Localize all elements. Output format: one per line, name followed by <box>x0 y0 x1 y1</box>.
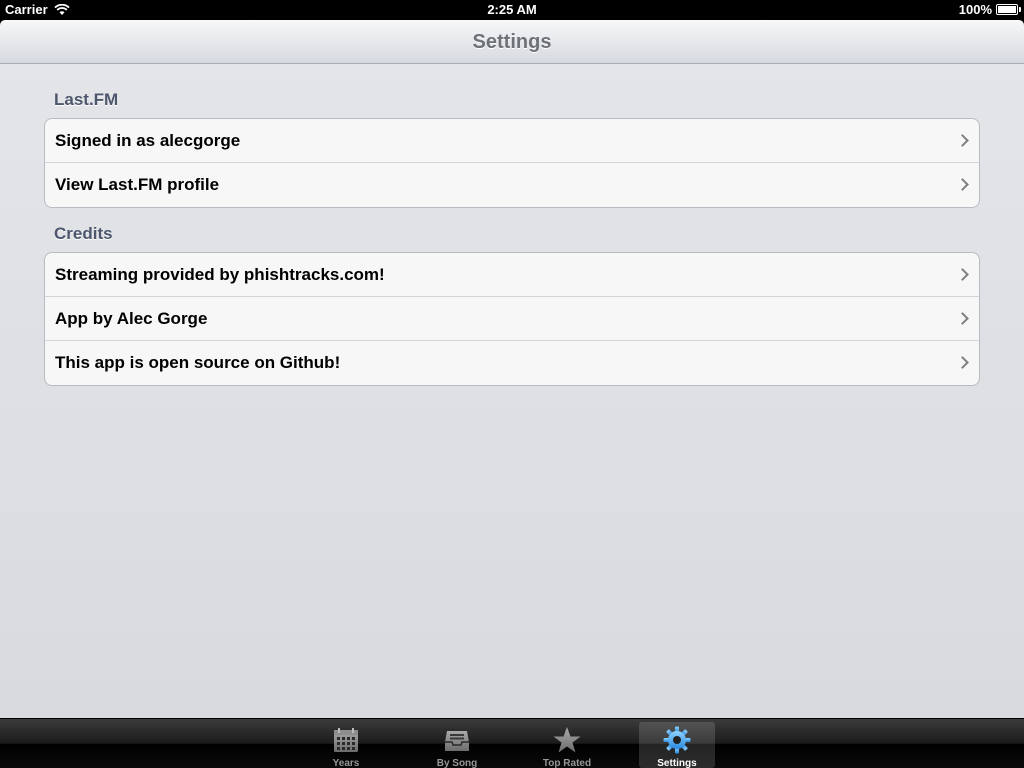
tab-by-song[interactable]: By Song <box>419 722 495 768</box>
signed-in-row[interactable]: Signed in as alecgorge <box>45 119 979 163</box>
status-bar: Carrier 2:25 AM 100% <box>0 0 1024 20</box>
tab-settings[interactable]: Settings <box>639 722 715 768</box>
page-title: Settings <box>472 31 552 53</box>
tab-label: Settings <box>657 758 697 768</box>
star-icon <box>553 727 581 753</box>
battery-icon <box>996 4 1021 15</box>
chevron-right-icon <box>956 134 969 147</box>
chevron-right-icon <box>956 356 969 369</box>
inbox-tray-icon <box>445 731 469 751</box>
app-author-row[interactable]: App by Alec Gorge <box>45 297 979 341</box>
chevron-right-icon <box>956 312 969 325</box>
tab-label: Top Rated <box>542 758 592 768</box>
row-label: Signed in as alecgorge <box>55 131 241 150</box>
row-label: Streaming provided by phishtracks.com! <box>55 265 385 284</box>
chevron-right-icon <box>956 178 969 191</box>
status-time: 2:25 AM <box>487 2 537 17</box>
navigation-bar: Settings <box>0 20 1024 64</box>
section-header-credits: Credits <box>54 224 113 243</box>
tab-top-rated[interactable]: Top Rated <box>529 722 605 768</box>
status-right: 100% <box>958 2 1021 17</box>
row-label: View Last.FM profile <box>55 175 220 194</box>
section-group-credits: Streaming provided by phishtracks.com! A… <box>44 252 980 386</box>
github-source-row[interactable]: This app is open source on Github! <box>45 341 979 385</box>
tab-label: Years <box>332 758 360 768</box>
tab-bar: Years By Song Top Rated Settings <box>0 718 1024 768</box>
streaming-credit-row[interactable]: Streaming provided by phishtracks.com! <box>45 253 979 297</box>
row-label: This app is open source on Github! <box>55 353 341 372</box>
row-label: App by Alec Gorge <box>55 309 208 328</box>
section-group-lastfm: Signed in as alecgorge View Last.FM prof… <box>44 118 980 208</box>
tab-label: By Song <box>436 758 478 768</box>
gear-icon <box>663 726 691 754</box>
view-profile-row[interactable]: View Last.FM profile <box>45 163 979 207</box>
section-header-lastfm: Last.FM <box>54 90 119 109</box>
settings-table[interactable]: Last.FM Signed in as alecgorge View Last… <box>0 64 1024 718</box>
battery-percentage: 100% <box>958 2 992 17</box>
calendar-icon <box>334 728 358 752</box>
tab-years[interactable]: Years <box>308 722 384 768</box>
chevron-right-icon <box>956 268 969 281</box>
